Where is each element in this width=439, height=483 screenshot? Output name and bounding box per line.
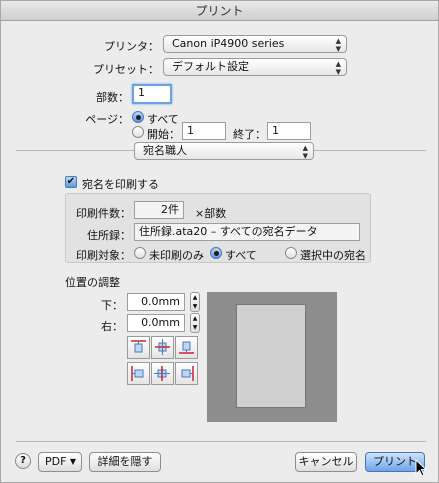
- down-label: 下：: [101, 299, 123, 312]
- pages-all-label: すべて: [147, 113, 179, 126]
- pages-to-field[interactable]: 1: [267, 122, 311, 140]
- preset-value: デフォルト設定: [172, 60, 249, 73]
- app-panel-popup[interactable]: 宛名職人 ▲ ▼: [134, 142, 314, 160]
- separator-left: [16, 150, 134, 151]
- pages-all-radio[interactable]: [132, 111, 144, 123]
- target-all-radio[interactable]: [210, 247, 222, 259]
- target-unprinted-radio[interactable]: [134, 247, 146, 259]
- addressbook-value: 住所録.ata20 – すべての宛名データ: [134, 223, 360, 241]
- align-right-button[interactable]: [175, 362, 198, 385]
- chevron-down-icon: ▼: [69, 457, 76, 466]
- position-preview: [207, 292, 337, 422]
- align-bottom-icon: [179, 341, 194, 354]
- position-header: 位置の調整: [65, 276, 120, 289]
- right-label: 右：: [101, 320, 123, 333]
- align-bottom-button[interactable]: [175, 336, 198, 359]
- printer-popup[interactable]: Canon iP4900 series ▲ ▼: [163, 35, 347, 53]
- postcard-preview: [236, 304, 306, 408]
- align-left-icon: [131, 366, 144, 381]
- pdf-label: PDF: [45, 455, 67, 468]
- popup-arrows-icon: ▲ ▼: [335, 60, 341, 76]
- target-label: 印刷対象：: [76, 249, 131, 262]
- pages-to-label: 終了：: [233, 128, 266, 141]
- print-address-checkbox[interactable]: ✔: [65, 176, 77, 188]
- window-title: プリント: [1, 1, 438, 21]
- pages-label: ページ：: [85, 113, 129, 126]
- preset-label: プリセット：: [93, 63, 159, 76]
- copies-label: 部数：: [96, 91, 129, 104]
- align-horizontal-center-button[interactable]: [151, 362, 174, 385]
- app-panel-value: 宛名職人: [143, 144, 187, 157]
- pages-range-radio[interactable]: [132, 126, 144, 138]
- popup-arrows-icon: ▲ ▼: [302, 144, 308, 160]
- pages-from-label: 開始：: [147, 128, 180, 141]
- printer-label: プリンタ：: [104, 40, 159, 53]
- align-left-button[interactable]: [127, 362, 150, 385]
- mouse-cursor-icon: [415, 459, 428, 477]
- separator-right: [314, 150, 426, 151]
- align-vertical-center-button[interactable]: [151, 336, 174, 359]
- down-field[interactable]: 0.0mm: [127, 293, 185, 311]
- popup-arrows-icon: ▲ ▼: [335, 37, 341, 53]
- pages-from-field[interactable]: 1: [182, 122, 226, 140]
- align-right-icon: [181, 366, 194, 381]
- pdf-menu-button[interactable]: PDF ▼: [38, 452, 82, 472]
- cancel-button[interactable]: キャンセル: [295, 452, 357, 472]
- align-vertical-center-icon: [155, 339, 170, 355]
- align-top-icon: [131, 340, 146, 353]
- target-all-label: すべて: [225, 249, 257, 262]
- align-top-button[interactable]: [127, 336, 150, 359]
- target-selected-radio[interactable]: [285, 247, 297, 259]
- help-button[interactable]: ?: [15, 453, 31, 469]
- down-stepper[interactable]: ▲ ▼: [190, 292, 200, 312]
- right-stepper[interactable]: ▲ ▼: [190, 313, 200, 333]
- printer-value: Canon iP4900 series: [172, 37, 285, 50]
- count-label: 印刷件数：: [76, 207, 131, 220]
- print-address-label: 宛名を印刷する: [82, 178, 159, 191]
- count-value: 2件: [134, 201, 184, 219]
- preset-popup[interactable]: デフォルト設定 ▲ ▼: [163, 58, 347, 76]
- bottom-separator: [16, 441, 426, 442]
- target-selected-label: 選択中の宛名: [300, 249, 366, 262]
- align-horizontal-center-icon: [154, 366, 170, 381]
- target-unprinted-label: 未印刷のみ: [149, 249, 204, 262]
- copies-field[interactable]: 1: [132, 84, 172, 104]
- addressbook-label: 住所録：: [87, 229, 131, 242]
- print-dialog: プリント プリンタ： Canon iP4900 series ▲ ▼ プリセット：…: [0, 0, 439, 483]
- right-field[interactable]: 0.0mm: [127, 314, 185, 332]
- count-suffix: ×部数: [195, 207, 227, 220]
- hide-details-button[interactable]: 詳細を隠す: [89, 452, 161, 472]
